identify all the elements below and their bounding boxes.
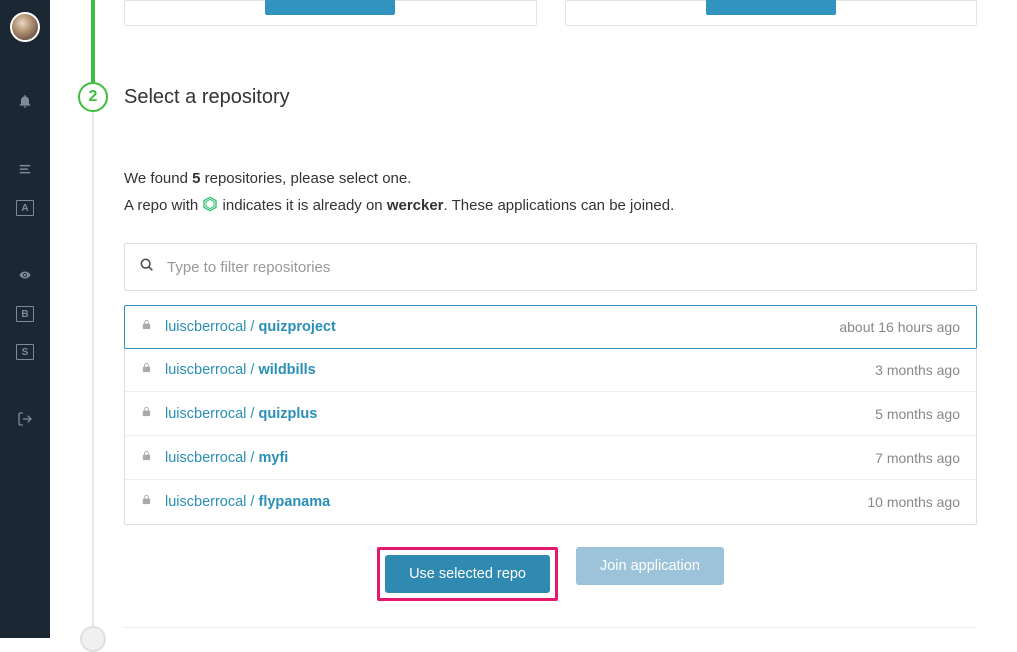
brand-name: wercker xyxy=(387,197,444,214)
primary-highlight: Use selected repo xyxy=(377,547,558,601)
previous-step-cards xyxy=(124,0,977,26)
repo-name: luiscberrocal / quizproject xyxy=(165,319,839,335)
logout-icon[interactable] xyxy=(16,410,34,428)
repo-row[interactable]: luiscberrocal / wildbills3 months ago xyxy=(125,348,976,392)
sidebar: A B S xyxy=(0,0,50,638)
intro-prefix: We found xyxy=(124,170,192,187)
repo-name: luiscberrocal / myfi xyxy=(165,450,875,466)
intro-2c: . These applications can be joined. xyxy=(444,197,675,214)
prev-card-2 xyxy=(565,0,978,26)
menu-icon[interactable] xyxy=(16,160,34,178)
intro-suffix: repositories, please select one. xyxy=(200,170,411,187)
repo-time: 7 months ago xyxy=(875,450,960,466)
bell-icon[interactable] xyxy=(16,92,34,110)
filter-input[interactable] xyxy=(167,259,962,276)
step-number-badge: 2 xyxy=(78,82,108,112)
intro-2b: indicates it is already on xyxy=(218,197,386,214)
repo-time: 3 months ago xyxy=(875,362,960,378)
avatar[interactable] xyxy=(10,12,40,42)
lock-icon xyxy=(141,449,153,467)
repo-row[interactable]: luiscberrocal / myfi7 months ago xyxy=(125,436,976,480)
prev-card-button xyxy=(706,0,836,15)
action-buttons: Use selected repo Join application xyxy=(124,547,977,601)
timeline-progress xyxy=(91,0,95,82)
lock-icon xyxy=(141,318,153,336)
lock-icon xyxy=(141,405,153,423)
repo-list: luiscberrocal / quizprojectabout 16 hour… xyxy=(124,305,977,525)
repo-time: about 16 hours ago xyxy=(839,319,960,335)
step-title: Select a repository xyxy=(124,86,977,109)
lock-icon xyxy=(141,493,153,511)
join-application-button[interactable]: Join application xyxy=(576,547,724,585)
intro-2a: A repo with xyxy=(124,197,202,214)
repo-time: 5 months ago xyxy=(875,406,960,422)
prev-card-1 xyxy=(124,0,537,26)
repo-row[interactable]: luiscberrocal / quizprojectabout 16 hour… xyxy=(124,305,977,349)
eye-icon[interactable] xyxy=(16,266,34,284)
step-content: Select a repository We found 5 repositor… xyxy=(124,86,977,628)
repo-name: luiscberrocal / quizplus xyxy=(165,406,875,422)
prev-card-button xyxy=(265,0,395,15)
nav-item-s[interactable]: S xyxy=(16,344,34,360)
use-selected-repo-button[interactable]: Use selected repo xyxy=(385,555,550,593)
repo-row[interactable]: luiscberrocal / quizplus5 months ago xyxy=(125,392,976,436)
intro-line-1: We found 5 repositories, please select o… xyxy=(124,165,977,192)
repo-time: 10 months ago xyxy=(867,494,960,510)
nav-item-a[interactable]: A xyxy=(16,200,34,216)
wercker-badge-icon xyxy=(202,195,218,213)
divider xyxy=(124,627,977,628)
repo-name: luiscberrocal / wildbills xyxy=(165,362,875,378)
nav-item-b[interactable]: B xyxy=(16,306,34,322)
repo-row[interactable]: luiscberrocal / flypanama10 months ago xyxy=(125,480,976,524)
search-icon xyxy=(139,257,155,278)
filter-box[interactable] xyxy=(124,243,977,291)
lock-icon xyxy=(141,361,153,379)
next-step-badge xyxy=(80,626,106,652)
intro-line-2: A repo with indicates it is already on w… xyxy=(124,192,977,219)
repo-name: luiscberrocal / flypanama xyxy=(165,494,867,510)
